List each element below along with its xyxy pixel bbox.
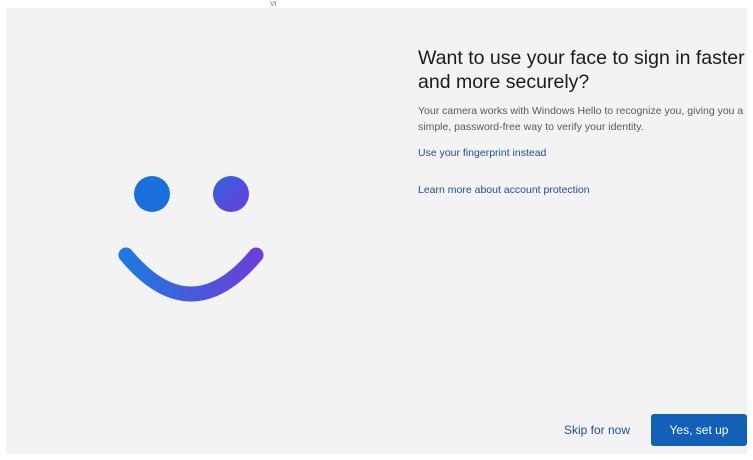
yes-set-up-button[interactable]: Yes, set up bbox=[651, 414, 747, 446]
windows-hello-setup-screen: Want to use your face to sign in faster … bbox=[6, 8, 747, 454]
page-title: Want to use your face to sign in faster … bbox=[418, 47, 745, 93]
right-eye bbox=[213, 176, 249, 212]
smile-arc bbox=[118, 247, 264, 302]
skip-for-now-button[interactable]: Skip for now bbox=[553, 414, 641, 446]
left-eye bbox=[134, 176, 170, 212]
dialog-content: Want to use your face to sign in faster … bbox=[418, 46, 748, 197]
page-description: Your camera works with Windows Hello to … bbox=[418, 105, 744, 133]
use-fingerprint-link[interactable]: Use your fingerprint instead bbox=[418, 146, 748, 160]
learn-more-link[interactable]: Learn more about account protection bbox=[418, 183, 748, 197]
windows-hello-face-icon bbox=[118, 176, 264, 302]
